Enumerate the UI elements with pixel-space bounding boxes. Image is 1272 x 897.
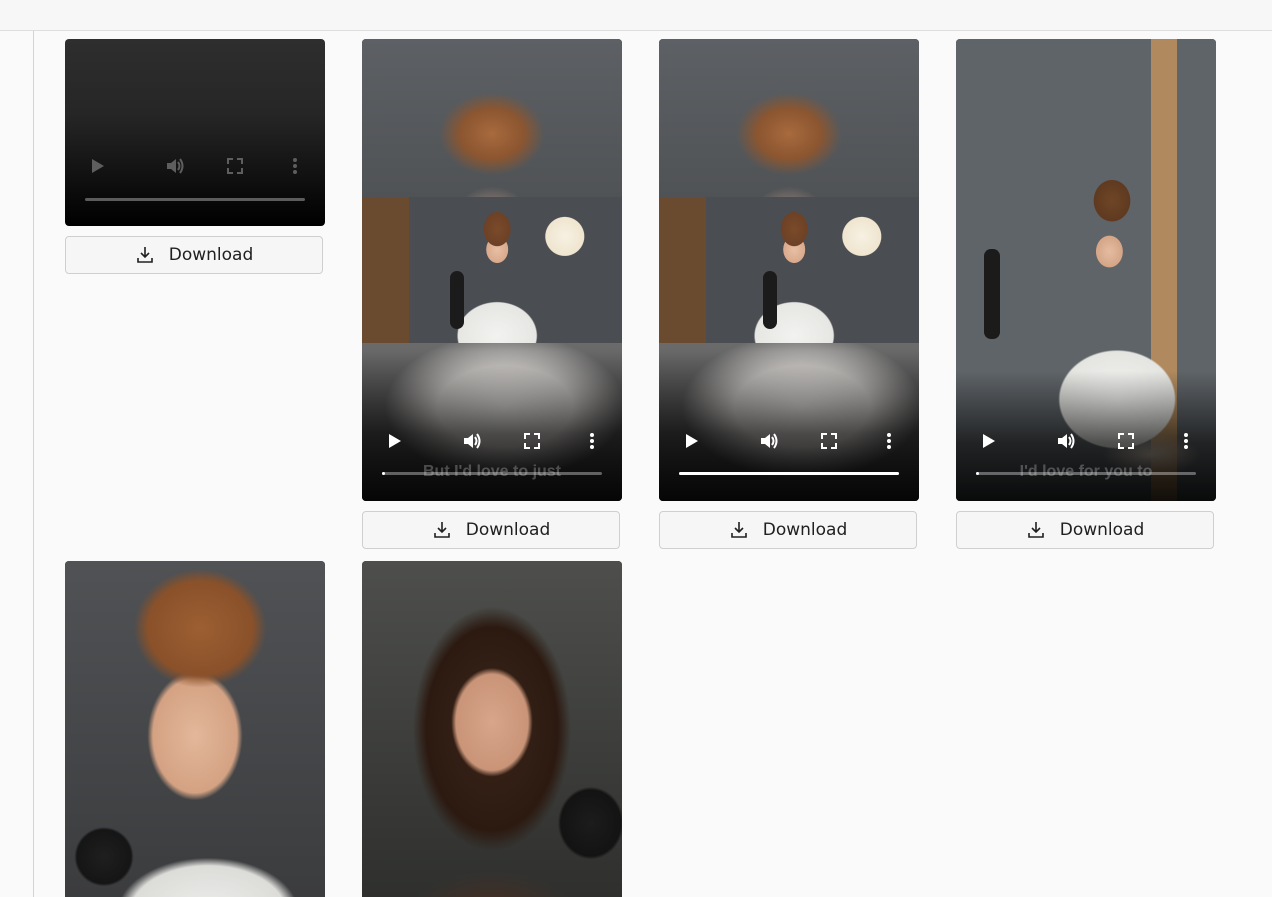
download-icon (136, 247, 153, 263)
download-button[interactable]: Download (65, 236, 323, 274)
video-player-5[interactable] (65, 561, 325, 897)
progress-bar[interactable] (382, 472, 602, 475)
download-label: Download (168, 245, 254, 265)
fullscreen-icon[interactable] (819, 431, 839, 451)
play-icon[interactable] (384, 431, 404, 451)
more-options-icon[interactable] (1176, 431, 1196, 451)
microphone (450, 271, 464, 329)
microphone (984, 249, 1000, 339)
download-icon (730, 522, 747, 538)
fullscreen-icon[interactable] (225, 156, 245, 176)
top-bar (0, 0, 1272, 31)
download-icon (433, 522, 450, 538)
video-player-6[interactable] (362, 561, 622, 897)
video-frame-scene (362, 197, 622, 343)
download-button[interactable]: Download (659, 511, 917, 549)
download-icon (1027, 522, 1044, 538)
play-icon[interactable] (681, 431, 701, 451)
more-options-icon[interactable] (582, 431, 602, 451)
download-button[interactable]: Download (362, 511, 620, 549)
volume-icon[interactable] (165, 156, 185, 176)
download-button[interactable]: Download (956, 511, 1214, 549)
download-label: Download (465, 520, 551, 540)
fullscreen-icon[interactable] (522, 431, 542, 451)
video-player-1[interactable] (65, 39, 325, 226)
volume-icon[interactable] (1056, 431, 1076, 451)
play-icon[interactable] (978, 431, 998, 451)
more-options-icon[interactable] (879, 431, 899, 451)
video-frame-scene (65, 561, 325, 897)
video-player-3[interactable] (659, 39, 919, 501)
progress-bar[interactable] (976, 472, 1196, 475)
progress-fill (976, 472, 979, 475)
video-player-4[interactable]: I'd love for you to (956, 39, 1216, 501)
video-frame-scene (659, 197, 919, 343)
progress-fill (382, 472, 385, 475)
sidebar-divider (33, 31, 34, 897)
video-frame-top (659, 39, 919, 197)
download-label: Download (762, 520, 848, 540)
volume-icon[interactable] (462, 431, 482, 451)
download-label: Download (1059, 520, 1145, 540)
play-icon[interactable] (87, 156, 107, 176)
fullscreen-icon[interactable] (1116, 431, 1136, 451)
microphone (763, 271, 777, 329)
volume-icon[interactable] (759, 431, 779, 451)
video-player-2[interactable]: But I'd love to just (362, 39, 622, 501)
progress-bar[interactable] (679, 472, 899, 475)
player-controls (659, 351, 919, 501)
progress-bar[interactable] (85, 198, 305, 201)
progress-fill (679, 472, 899, 475)
video-frame-scene (362, 561, 622, 897)
video-frame-top (362, 39, 622, 197)
more-options-icon[interactable] (285, 156, 305, 176)
